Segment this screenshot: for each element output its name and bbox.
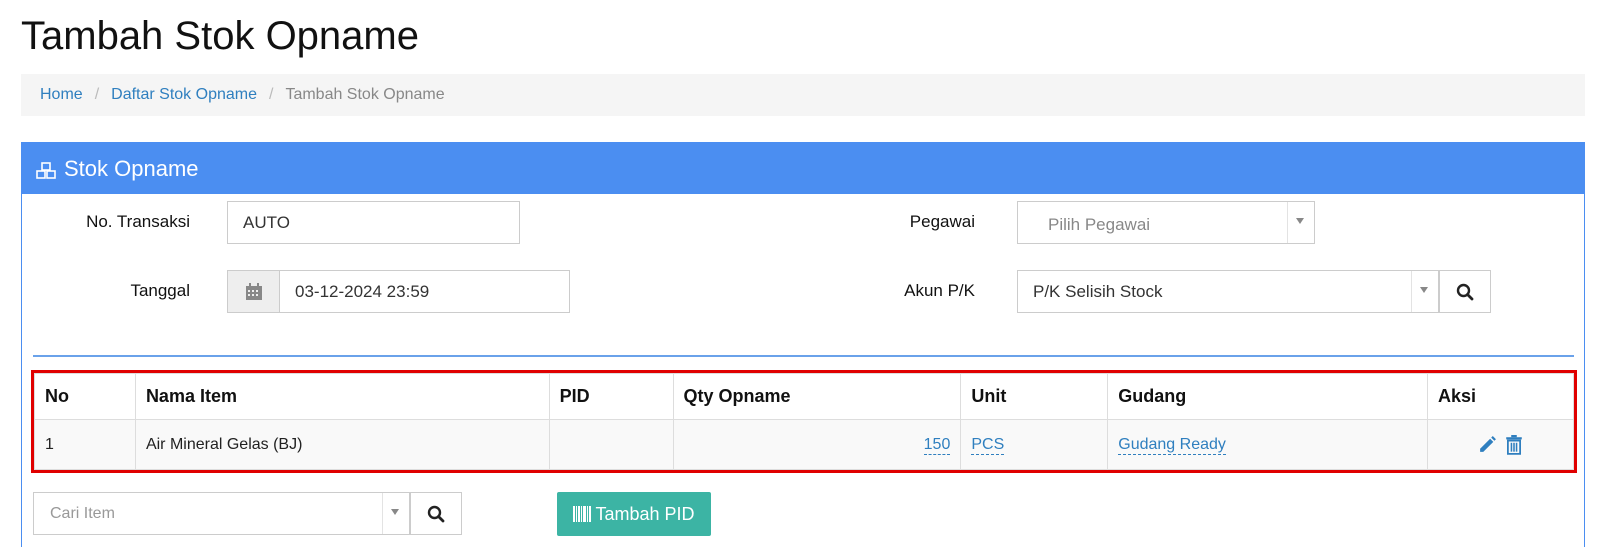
table-row: 1 Air Mineral Gelas (BJ) 150 PCS Gudang … <box>34 419 1574 470</box>
tambah-pid-label: Tambah PID <box>595 503 695 524</box>
tanggal-input[interactable]: 03-12-2024 23:59 <box>279 270 570 313</box>
col-header-gudang: Gudang <box>1107 373 1429 420</box>
barcode-icon <box>573 506 592 522</box>
breadcrumb-separator: / <box>268 86 274 103</box>
breadcrumb-home[interactable]: Home <box>40 86 83 104</box>
col-header-nama-item: Nama Item <box>134 373 550 420</box>
cari-item-placeholder: Cari Item <box>50 504 115 522</box>
trash-icon[interactable] <box>1505 434 1523 455</box>
akun-pk-value: P/K Selisih Stock <box>1033 281 1163 301</box>
tambah-pid-button[interactable]: Tambah PID <box>557 492 711 536</box>
chevron-down-icon <box>1420 287 1428 293</box>
col-header-no: No <box>34 373 136 420</box>
breadcrumb: Home / Daftar Stok Opname / Tambah Stok … <box>21 74 1585 116</box>
tanggal-label: Tanggal <box>130 281 190 300</box>
gudang-editable[interactable]: Gudang Ready <box>1118 435 1226 455</box>
table-header-row: No Nama Item PID Qty Opname Unit Gudang … <box>34 373 1574 420</box>
calendar-icon <box>245 282 262 300</box>
breadcrumb-daftar-stok-opname[interactable]: Daftar Stok Opname <box>111 86 257 104</box>
pegawai-select[interactable]: Pilih Pegawai <box>1017 201 1315 244</box>
qty-editable[interactable]: 150 <box>923 435 951 455</box>
cell-nama-item: Air Mineral Gelas (BJ) <box>134 419 550 470</box>
chevron-down-icon <box>391 509 399 515</box>
search-icon <box>1456 283 1474 300</box>
panel-title: Stok Opname <box>64 155 199 181</box>
cari-item-select[interactable]: Cari Item <box>33 492 410 535</box>
cell-pid <box>548 419 674 470</box>
cell-unit: PCS <box>960 419 1109 470</box>
no-transaksi-input[interactable]: AUTO <box>227 201 520 244</box>
akun-pk-select[interactable]: P/K Selisih Stock <box>1017 270 1439 313</box>
cell-gudang: Gudang Ready <box>1107 419 1429 470</box>
chevron-down-icon <box>1296 218 1304 224</box>
col-header-aksi: Aksi <box>1427 373 1574 420</box>
page-title: Tambah Stok Opname <box>21 14 419 58</box>
pegawai-placeholder: Pilih Pegawai <box>1048 214 1151 234</box>
unit-editable[interactable]: PCS <box>971 435 1005 455</box>
breadcrumb-separator: / <box>94 86 100 103</box>
akun-pk-label: Akun P/K <box>904 281 975 300</box>
breadcrumb-current: Tambah Stok Opname <box>285 86 445 103</box>
no-transaksi-label: No. Transaksi <box>86 212 190 231</box>
akun-search-button[interactable] <box>1439 270 1491 313</box>
cubes-icon <box>36 162 56 179</box>
col-header-unit: Unit <box>960 373 1109 420</box>
search-icon <box>427 505 445 522</box>
calendar-addon[interactable] <box>227 270 279 313</box>
pencil-icon[interactable] <box>1478 435 1497 454</box>
items-table-wrapper: No Nama Item PID Qty Opname Unit Gudang … <box>31 370 1577 473</box>
cell-no: 1 <box>34 419 136 470</box>
pegawai-label: Pegawai <box>909 212 975 231</box>
items-table: No Nama Item PID Qty Opname Unit Gudang … <box>34 373 1574 470</box>
cell-qty-opname: 150 <box>672 419 962 470</box>
col-header-qty-opname: Qty Opname <box>672 373 962 420</box>
cell-aksi <box>1427 419 1574 470</box>
col-header-pid: PID <box>548 373 674 420</box>
cari-item-search-button[interactable] <box>410 492 462 535</box>
panel-heading: Stok Opname <box>22 143 1584 194</box>
section-divider <box>33 355 1574 357</box>
